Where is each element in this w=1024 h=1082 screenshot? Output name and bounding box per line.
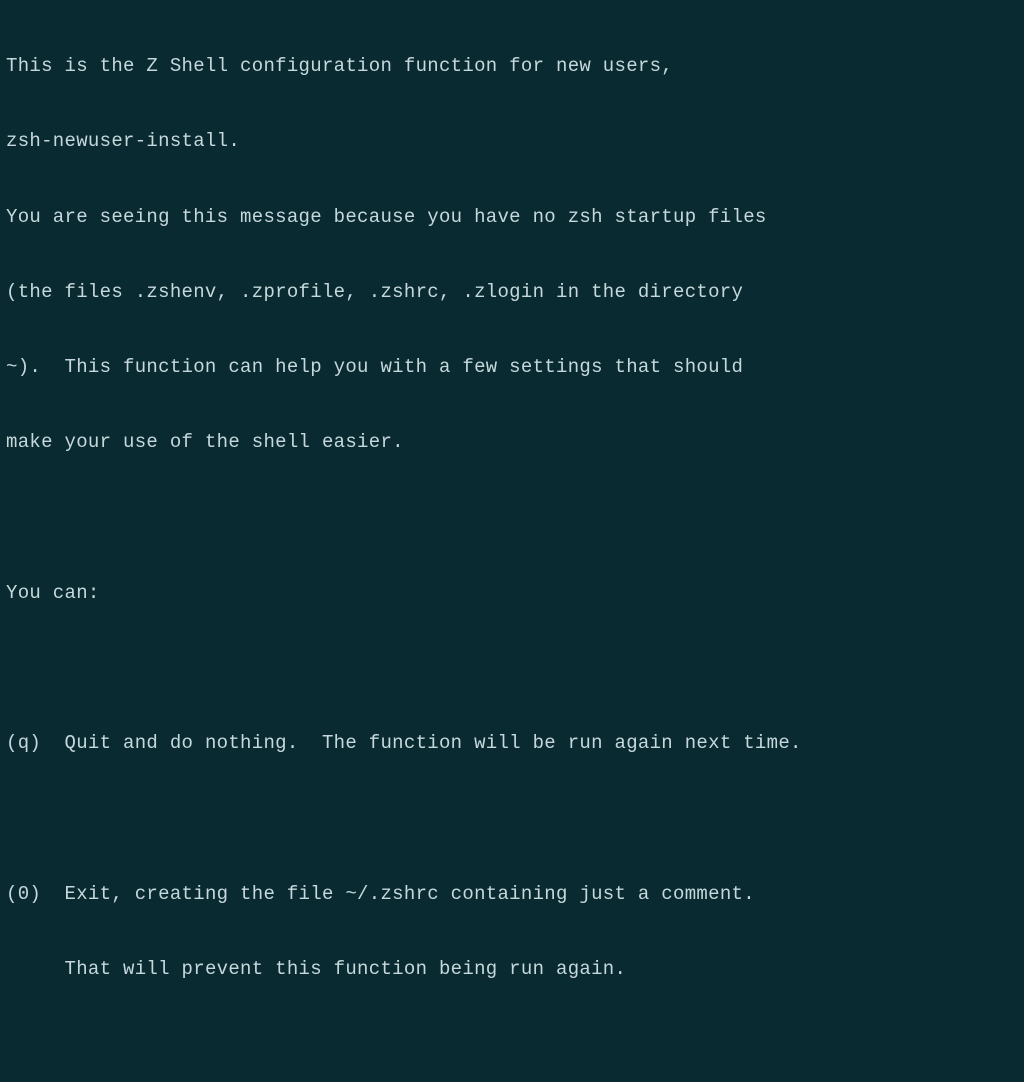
intro-line-1: This is the Z Shell configuration functi… xyxy=(6,54,1018,79)
blank-line xyxy=(6,656,1018,681)
intro-line-5: ~). This function can help you with a fe… xyxy=(6,355,1018,380)
blank-line xyxy=(6,506,1018,531)
you-can-label: You can: xyxy=(6,581,1018,606)
intro-line-3: You are seeing this message because you … xyxy=(6,205,1018,230)
blank-line xyxy=(6,807,1018,832)
option-q-key: (q) xyxy=(6,732,41,754)
option-0-line2: That will prevent this function being ru… xyxy=(6,957,1018,982)
intro-line-4: (the files .zshenv, .zprofile, .zshrc, .… xyxy=(6,280,1018,305)
option-q: (q) Quit and do nothing. The function wi… xyxy=(6,731,1018,756)
option-0-line1: (0) Exit, creating the file ~/.zshrc con… xyxy=(6,882,1018,907)
option-0-key: (0) xyxy=(6,883,41,905)
terminal-output[interactable]: This is the Z Shell configuration functi… xyxy=(6,4,1018,1082)
blank-line xyxy=(6,1032,1018,1057)
option-q-text: Quit and do nothing. The function will b… xyxy=(65,732,802,754)
option-0-text2: That will prevent this function being ru… xyxy=(65,958,627,980)
intro-line-2: zsh-newuser-install. xyxy=(6,129,1018,154)
intro-line-6: make your use of the shell easier. xyxy=(6,430,1018,455)
option-0-text1: Exit, creating the file ~/.zshrc contain… xyxy=(65,883,755,905)
